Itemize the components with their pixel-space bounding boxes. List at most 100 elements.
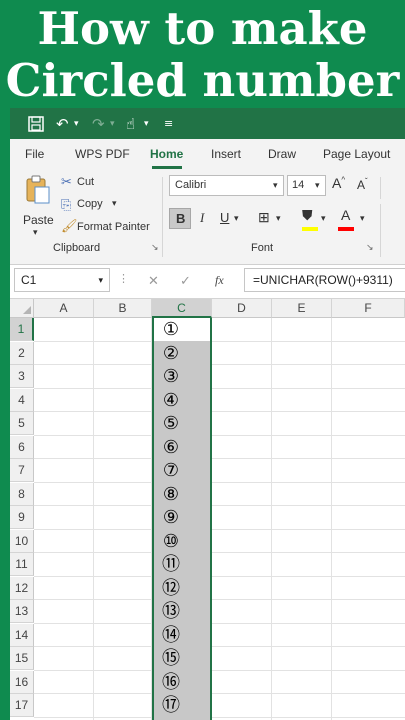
headline-line-2: Circled number <box>5 54 400 107</box>
font-size-value: 14 <box>292 179 305 191</box>
cell-c4[interactable]: ④ <box>156 389 186 412</box>
cell-c9[interactable]: ⑨ <box>156 506 186 529</box>
column-header-d[interactable]: D <box>212 299 272 318</box>
row-header[interactable]: 2 <box>10 341 34 365</box>
font-launcher-icon[interactable]: ↘ <box>366 242 374 253</box>
row-header[interactable]: 17 <box>10 694 34 717</box>
borders-icon[interactable]: ⊞ <box>258 209 270 226</box>
paste-button[interactable]: Paste <box>23 213 54 227</box>
shrink-font-button[interactable]: Aˇ <box>357 177 368 192</box>
row-header[interactable]: 9 <box>10 506 34 529</box>
column-header-c[interactable]: C <box>152 299 212 318</box>
row-header[interactable]: 6 <box>10 435 34 459</box>
fill-color-dropdown-icon[interactable]: ▾ <box>321 213 326 224</box>
italic-button[interactable]: I <box>200 210 204 226</box>
row-header[interactable]: 4 <box>10 388 34 412</box>
borders-dropdown-icon[interactable]: ▾ <box>276 213 281 224</box>
cell-c3[interactable]: ③ <box>156 365 186 388</box>
cut-icon[interactable]: ✂ <box>61 174 72 190</box>
ribbon-separator <box>162 177 163 257</box>
cell-c10[interactable]: ⑩ <box>156 530 186 553</box>
bold-button[interactable]: B <box>169 208 191 229</box>
insert-function-icon[interactable]: fx <box>215 273 224 288</box>
cancel-formula-icon[interactable]: ✕ <box>148 273 159 289</box>
cell-c14[interactable]: ⑭ <box>156 624 186 647</box>
fill-color-icon[interactable]: ⛊ <box>302 207 313 224</box>
font-size-select[interactable]: 14 ▾ <box>287 175 326 196</box>
row-header[interactable]: 16 <box>10 670 34 694</box>
tab-file[interactable]: File <box>25 147 44 161</box>
excel-window: ↶ ▾ ↷ ▾ ☝ ▾ ≡ File WPS PDF Home Insert D… <box>10 108 405 720</box>
copy-dropdown-icon[interactable]: ▾ <box>112 198 117 209</box>
redo-icon[interactable]: ↷ <box>92 114 105 134</box>
font-name-value: Calibri <box>175 179 207 191</box>
name-box[interactable]: C1 ▾ <box>14 268 110 292</box>
row-header[interactable]: 13 <box>10 600 34 623</box>
tab-draw[interactable]: Draw <box>268 147 296 161</box>
column-header-a[interactable]: A <box>34 299 94 318</box>
row-gridline <box>34 552 405 553</box>
cell-c5[interactable]: ⑤ <box>156 412 186 435</box>
tab-page-layout[interactable]: Page Layout <box>323 147 390 161</box>
save-icon[interactable] <box>28 114 44 134</box>
formula-input[interactable]: =UNICHAR(ROW()+9311) <box>244 268 405 292</box>
cut-button[interactable]: Cut <box>77 176 94 188</box>
row-header[interactable]: 3 <box>10 365 34 388</box>
column-header-e[interactable]: E <box>272 299 332 318</box>
row-gridline <box>34 693 405 694</box>
cell-c8[interactable]: ⑧ <box>156 483 186 506</box>
underline-button[interactable]: U <box>220 210 229 225</box>
format-painter-button[interactable]: Format Painter <box>77 221 150 233</box>
tab-insert[interactable]: Insert <box>211 147 241 161</box>
tab-home[interactable]: Home <box>150 147 183 161</box>
customize-qat-icon[interactable]: ≡ <box>164 114 173 134</box>
row-gridline <box>34 599 405 600</box>
undo-icon[interactable]: ↶ <box>56 114 69 134</box>
paste-dropdown-icon[interactable]: ▾ <box>33 227 38 238</box>
copy-icon[interactable]: ⎘ <box>61 197 71 213</box>
touch-dropdown-icon[interactable]: ▾ <box>144 114 149 134</box>
fill-color-swatch <box>302 227 318 231</box>
column-header-b[interactable]: B <box>94 299 152 318</box>
cell-c2[interactable]: ② <box>156 342 186 365</box>
grow-font-button[interactable]: A^ <box>332 175 345 191</box>
cell-c15[interactable]: ⑮ <box>156 647 186 670</box>
row-header[interactable]: 15 <box>10 647 34 670</box>
cell-c1[interactable]: ① <box>156 318 186 341</box>
tab-wps-pdf[interactable]: WPS PDF <box>75 147 130 161</box>
paste-icon[interactable] <box>25 175 51 210</box>
cell-c16[interactable]: ⑯ <box>156 671 186 694</box>
row-header[interactable]: 5 <box>10 412 34 435</box>
cell-c11[interactable]: ⑪ <box>156 553 186 576</box>
redo-dropdown-icon[interactable]: ▾ <box>110 114 115 134</box>
format-painter-icon[interactable]: 🖌 <box>61 218 78 234</box>
row-header[interactable]: 8 <box>10 482 34 506</box>
more-icon: ⋮ <box>118 273 129 285</box>
font-color-dropdown-icon[interactable]: ▾ <box>360 213 365 224</box>
select-all-corner[interactable] <box>10 299 34 318</box>
row-header[interactable]: 1 <box>10 318 34 341</box>
row-header[interactable]: 10 <box>10 529 34 553</box>
cell-c12[interactable]: ⑫ <box>156 577 186 600</box>
chevron-down-icon: ▾ <box>315 180 320 190</box>
clipboard-group-label: Clipboard <box>53 242 101 254</box>
underline-dropdown-icon[interactable]: ▾ <box>234 213 239 224</box>
row-header[interactable]: 12 <box>10 576 34 600</box>
cell-c17[interactable]: ⑰ <box>156 694 186 717</box>
row-header[interactable]: 14 <box>10 623 34 647</box>
cell-c13[interactable]: ⑬ <box>156 600 186 623</box>
undo-dropdown-icon[interactable]: ▾ <box>74 114 79 134</box>
worksheet-grid: A B C D E F 1 2 3 4 5 6 7 8 9 10 11 12 13 14 15 16 17 ①②… <box>10 299 405 720</box>
clipboard-launcher-icon[interactable]: ↘ <box>151 242 159 253</box>
copy-button[interactable]: Copy <box>77 198 103 210</box>
enter-formula-icon[interactable]: ✓ <box>180 273 191 289</box>
cell-c6[interactable]: ⑥ <box>156 436 186 459</box>
touch-mode-icon[interactable]: ☝ <box>126 114 135 134</box>
row-header[interactable]: 7 <box>10 459 34 482</box>
font-color-icon[interactable]: A <box>341 207 350 223</box>
font-name-select[interactable]: Calibri ▾ <box>169 175 284 196</box>
row-gridline <box>34 622 405 624</box>
column-header-f[interactable]: F <box>332 299 405 318</box>
row-header[interactable]: 11 <box>10 553 34 576</box>
cell-c7[interactable]: ⑦ <box>156 459 186 482</box>
